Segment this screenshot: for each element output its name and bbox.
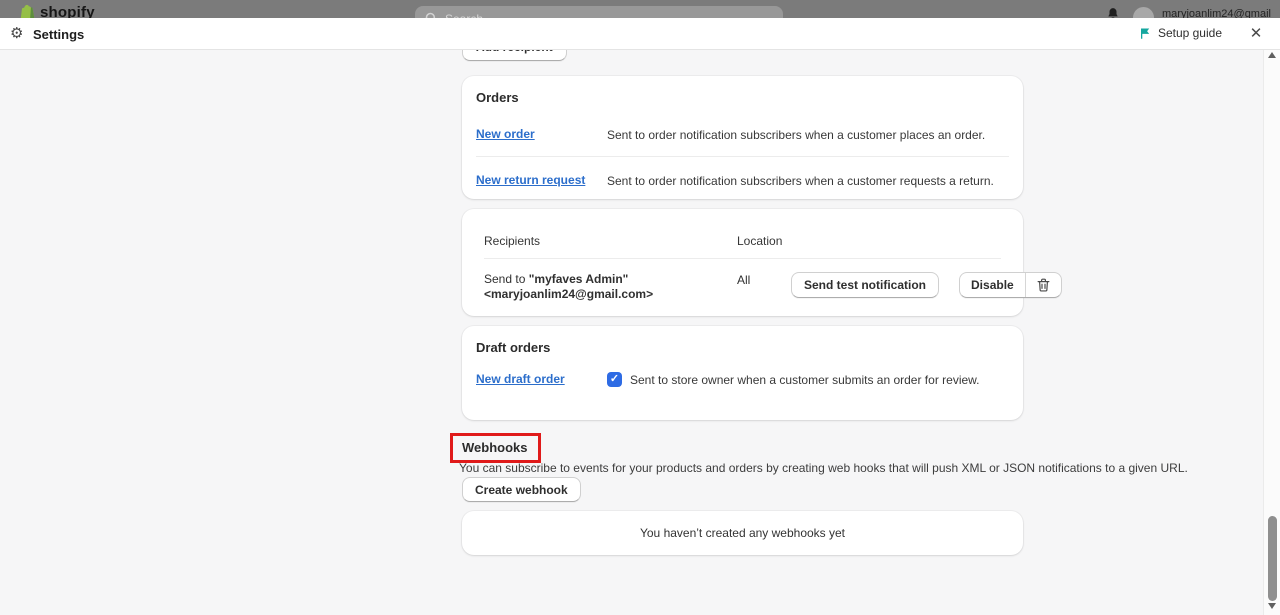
scrollbar-thumb[interactable] bbox=[1268, 516, 1277, 601]
create-webhook-button[interactable]: Create webhook bbox=[462, 477, 581, 502]
delete-recipient-button[interactable] bbox=[1025, 273, 1061, 297]
recipient-actions: Send test notification Disable bbox=[791, 272, 1062, 298]
account-avatar[interactable] bbox=[1133, 7, 1154, 18]
recipient-name: "myfaves Admin" bbox=[529, 272, 629, 286]
flag-icon bbox=[1139, 27, 1151, 40]
location-cell: All bbox=[737, 272, 791, 287]
draft-orders-title: Draft orders bbox=[476, 340, 1009, 355]
search-input[interactable]: Search bbox=[415, 6, 783, 18]
recipients-column-header: Recipients bbox=[484, 234, 737, 248]
webhooks-description: You can subscribe to events for your pro… bbox=[459, 461, 1188, 475]
disable-delete-button-group: Disable bbox=[959, 272, 1062, 298]
table-row: New return request Sent to order notific… bbox=[476, 156, 1009, 202]
table-row: New order Sent to order notification sub… bbox=[476, 111, 1009, 156]
recipients-card: Recipients Location Send to "myfaves Adm… bbox=[462, 209, 1023, 316]
webhooks-empty-state: You haven’t created any webhooks yet bbox=[462, 511, 1023, 555]
settings-content: Add recipient Orders New order Sent to o… bbox=[0, 50, 1280, 615]
scroll-down-arrow-icon[interactable] bbox=[1268, 603, 1276, 609]
send-to-prefix: Send to bbox=[484, 272, 529, 286]
setup-guide-button[interactable]: Setup guide bbox=[1139, 26, 1222, 40]
webhooks-empty-message: You haven’t created any webhooks yet bbox=[640, 526, 845, 540]
disable-button[interactable]: Disable bbox=[960, 273, 1025, 297]
new-return-request-link[interactable]: New return request bbox=[476, 173, 607, 187]
draft-orders-card: Draft orders New draft order ✓ Sent to s… bbox=[462, 326, 1023, 420]
recipient-cell: Send to "myfaves Admin" <maryjoanlim24@g… bbox=[484, 272, 737, 302]
new-return-request-description: Sent to order notification subscribers w… bbox=[607, 173, 1009, 188]
recipient-email: <maryjoanlim24@gmail.com> bbox=[484, 287, 653, 301]
shopify-logo-icon bbox=[20, 4, 36, 18]
gear-icon: ⚙ bbox=[10, 25, 23, 42]
scroll-up-arrow-icon[interactable] bbox=[1268, 52, 1276, 58]
annotation-highlight-box: Webhooks bbox=[450, 433, 541, 463]
add-recipient-button[interactable]: Add recipient bbox=[462, 50, 567, 61]
recipients-table-header: Recipients Location bbox=[484, 209, 1001, 259]
draft-order-checkbox[interactable]: ✓ bbox=[607, 372, 622, 387]
location-column-header: Location bbox=[737, 234, 782, 248]
orders-card: Orders New order Sent to order notificat… bbox=[462, 76, 1023, 199]
table-row: Send to "myfaves Admin" <maryjoanlim24@g… bbox=[484, 259, 1001, 302]
settings-header: ⚙ Settings Setup guide ✕ bbox=[0, 18, 1280, 50]
search-icon bbox=[425, 12, 438, 18]
close-icon[interactable]: ✕ bbox=[1246, 23, 1266, 43]
vertical-scrollbar[interactable] bbox=[1263, 44, 1280, 615]
send-test-notification-button[interactable]: Send test notification bbox=[791, 272, 939, 298]
new-order-link[interactable]: New order bbox=[476, 127, 607, 141]
table-row: New draft order ✓ Sent to store owner wh… bbox=[476, 355, 1009, 387]
shopify-wordmark: shopify bbox=[40, 4, 95, 18]
notifications-bell-icon[interactable] bbox=[1106, 7, 1120, 18]
webhooks-title: Webhooks bbox=[462, 440, 528, 455]
orders-rows: New order Sent to order notification sub… bbox=[476, 111, 1009, 202]
setup-guide-label: Setup guide bbox=[1158, 26, 1222, 40]
new-order-description: Sent to order notification subscribers w… bbox=[607, 127, 1009, 142]
main-column: Add recipient Orders New order Sent to o… bbox=[462, 50, 1023, 615]
new-draft-order-link[interactable]: New draft order bbox=[476, 372, 607, 386]
page-title: Settings bbox=[33, 27, 84, 42]
search-placeholder: Search bbox=[445, 12, 483, 18]
draft-order-checkbox-label: Sent to store owner when a customer subm… bbox=[630, 372, 980, 387]
topbar: shopify Search maryjoanlim24@gmail bbox=[0, 0, 1280, 18]
trash-icon bbox=[1037, 278, 1050, 292]
account-email[interactable]: maryjoanlim24@gmail bbox=[1162, 8, 1271, 18]
orders-title: Orders bbox=[476, 90, 1009, 105]
